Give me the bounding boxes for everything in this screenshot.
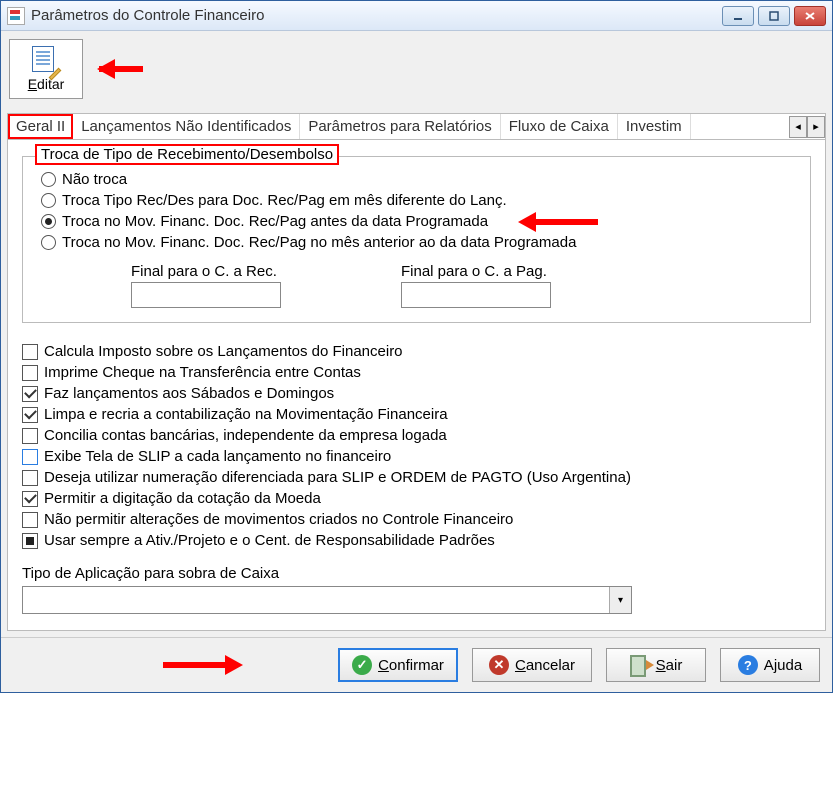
close-button[interactable]	[794, 6, 826, 26]
check-faz-lanc-fds[interactable]: Faz lançamentos aos Sábados e Domingos	[22, 383, 811, 404]
radio-troca-mov-mes-anterior[interactable]: Troca no Mov. Financ. Doc. Rec/Pag no mê…	[41, 232, 792, 253]
toolbar: Editar	[1, 31, 832, 107]
radio-icon	[41, 172, 56, 187]
footer: ✓ Confirmar ✕ Cancelar Sair ? Ajuda	[1, 637, 832, 692]
final-rec-label: Final para o C. a Rec.	[131, 263, 281, 280]
check-exibe-slip[interactable]: Exibe Tela de SLIP a cada lançamento no …	[22, 446, 811, 467]
tab-lanc-nao-ident[interactable]: Lançamentos Não Identificados	[73, 114, 300, 139]
edit-icon	[32, 46, 60, 74]
help-circle-icon: ?	[738, 655, 758, 675]
minimize-icon	[733, 11, 743, 21]
checkbox-icon	[22, 386, 38, 402]
radio-troca-tipo[interactable]: Troca Tipo Rec/Des para Doc. Rec/Pag em …	[41, 190, 792, 211]
tab-fluxo-caixa[interactable]: Fluxo de Caixa	[501, 114, 618, 139]
check-label: Limpa e recria a contabilização na Movim…	[44, 406, 448, 423]
check-label: Usar sempre a Ativ./Projeto e o Cent. de…	[44, 532, 495, 549]
tab-scroll-left[interactable]: ◂	[789, 116, 807, 138]
window-buttons	[722, 6, 826, 26]
radio-label: Troca no Mov. Financ. Doc. Rec/Pag antes…	[62, 213, 488, 230]
maximize-button[interactable]	[758, 6, 790, 26]
checkbox-icon	[22, 344, 38, 360]
final-rec-col: Final para o C. a Rec.	[131, 263, 281, 308]
cancel-button[interactable]: ✕ Cancelar	[472, 648, 592, 682]
check-label: Exibe Tela de SLIP a cada lançamento no …	[44, 448, 391, 465]
radio-label: Troca no Mov. Financ. Doc. Rec/Pag no mê…	[62, 234, 576, 251]
check-label: Deseja utilizar numeração diferenciada p…	[44, 469, 631, 486]
checkbox-icon	[22, 533, 38, 549]
confirm-label: Confirmar	[378, 657, 444, 674]
edit-button[interactable]: Editar	[9, 39, 83, 99]
radio-icon	[41, 235, 56, 250]
window: Parâmetros do Controle Financeiro Editar	[0, 0, 833, 693]
app-icon	[7, 7, 25, 25]
radio-icon	[41, 214, 56, 229]
check-nao-permitir-alteracoes[interactable]: Não permitir alterações de movimentos cr…	[22, 509, 811, 530]
content-area: Geral II Lançamentos Não Identificados P…	[1, 107, 832, 637]
tipo-aplicacao-dropdown[interactable]: ▾	[22, 586, 632, 614]
final-rec-input[interactable]	[131, 282, 281, 308]
check-circle-icon: ✓	[352, 655, 372, 675]
radio-icon	[41, 193, 56, 208]
titlebar: Parâmetros do Controle Financeiro	[1, 1, 832, 31]
check-label: Imprime Cheque na Transferência entre Co…	[44, 364, 361, 381]
annotation-arrow-radio	[518, 214, 598, 230]
check-concilia-contas[interactable]: Concilia contas bancárias, independente …	[22, 425, 811, 446]
minimize-button[interactable]	[722, 6, 754, 26]
checkbox-icon	[22, 512, 38, 528]
check-label: Faz lançamentos aos Sábados e Domingos	[44, 385, 334, 402]
tab-investim[interactable]: Investim	[618, 114, 691, 139]
help-button[interactable]: ? Ajuda	[720, 648, 820, 682]
checkbox-icon	[22, 491, 38, 507]
check-permitir-cotacao[interactable]: Permitir a digitação da cotação da Moeda	[22, 488, 811, 509]
checkbox-icon	[22, 449, 38, 465]
check-label: Permitir a digitação da cotação da Moeda	[44, 490, 321, 507]
annotation-arrow-edit	[99, 61, 159, 77]
cancel-label: Cancelar	[515, 657, 575, 674]
radio-nao-troca[interactable]: Não troca	[41, 169, 792, 190]
check-list: Calcula Imposto sobre os Lançamentos do …	[22, 341, 811, 551]
checkbox-icon	[22, 365, 38, 381]
confirm-button[interactable]: ✓ Confirmar	[338, 648, 458, 682]
check-label: Concilia contas bancárias, independente …	[44, 427, 447, 444]
close-icon	[804, 11, 816, 21]
help-label: Ajuda	[764, 657, 802, 674]
tab-row: Geral II Lançamentos Não Identificados P…	[8, 114, 825, 140]
check-label: Calcula Imposto sobre os Lançamentos do …	[44, 343, 403, 360]
check-imprime-cheque[interactable]: Imprime Cheque na Transferência entre Co…	[22, 362, 811, 383]
check-usar-ativ-projeto[interactable]: Usar sempre a Ativ./Projeto e o Cent. de…	[22, 530, 811, 551]
fieldset-troca-legend: Troca de Tipo de Recebimento/Desembolso	[35, 144, 339, 165]
window-title: Parâmetros do Controle Financeiro	[31, 7, 722, 24]
chevron-down-icon: ▾	[609, 587, 631, 613]
final-pag-label: Final para o C. a Pag.	[401, 263, 551, 280]
tab-body: Troca de Tipo de Recebimento/Desembolso …	[8, 140, 825, 630]
radio-troca-mov-antes[interactable]: Troca no Mov. Financ. Doc. Rec/Pag antes…	[41, 211, 792, 232]
tab-container: Geral II Lançamentos Não Identificados P…	[7, 113, 826, 631]
final-row: Final para o C. a Rec. Final para o C. a…	[41, 263, 792, 308]
final-pag-input[interactable]	[401, 282, 551, 308]
check-limpa-recria[interactable]: Limpa e recria a contabilização na Movim…	[22, 404, 811, 425]
radio-label: Troca Tipo Rec/Des para Doc. Rec/Pag em …	[62, 192, 507, 209]
checkbox-icon	[22, 428, 38, 444]
exit-button[interactable]: Sair	[606, 648, 706, 682]
exit-icon	[630, 655, 650, 675]
maximize-icon	[769, 11, 779, 21]
checkbox-icon	[22, 470, 38, 486]
checkbox-icon	[22, 407, 38, 423]
x-circle-icon: ✕	[489, 655, 509, 675]
tab-scroll: ◂ ▸	[789, 114, 825, 139]
radio-label: Não troca	[62, 171, 127, 188]
exit-label: Sair	[656, 657, 683, 674]
dropdown-label: Tipo de Aplicação para sobra de Caixa	[22, 565, 811, 582]
check-calcula-imposto[interactable]: Calcula Imposto sobre os Lançamentos do …	[22, 341, 811, 362]
check-label: Não permitir alterações de movimentos cr…	[44, 511, 513, 528]
final-pag-col: Final para o C. a Pag.	[401, 263, 551, 308]
annotation-arrow-confirm-holder	[163, 657, 243, 673]
tab-geral-ii[interactable]: Geral II	[8, 114, 73, 139]
check-numeracao-slip[interactable]: Deseja utilizar numeração diferenciada p…	[22, 467, 811, 488]
tab-scroll-right[interactable]: ▸	[807, 116, 825, 138]
fieldset-troca: Troca de Tipo de Recebimento/Desembolso …	[22, 156, 811, 323]
annotation-arrow-confirm	[163, 657, 243, 673]
tab-param-relatorios[interactable]: Parâmetros para Relatórios	[300, 114, 500, 139]
edit-button-label: Editar	[28, 76, 65, 92]
